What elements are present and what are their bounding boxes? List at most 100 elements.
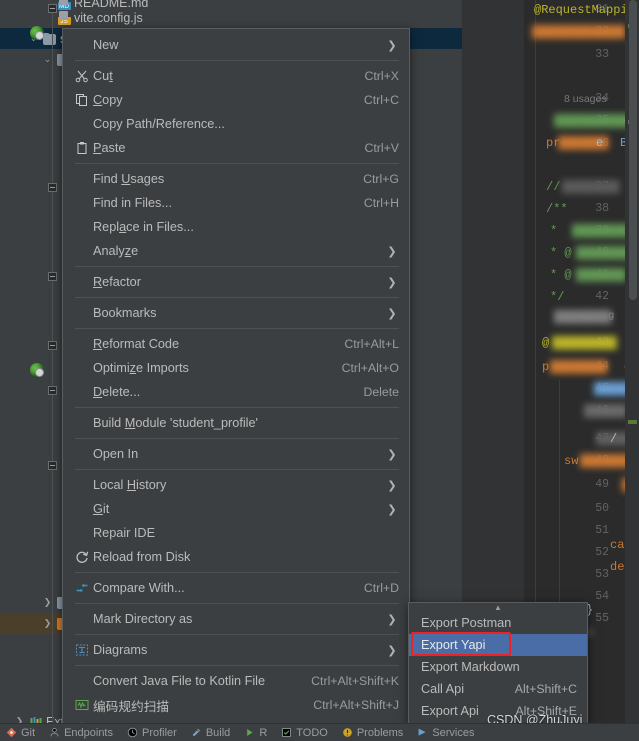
menu-item-label: Local History bbox=[93, 478, 167, 492]
status-bar-item-r[interactable]: R bbox=[244, 727, 267, 739]
status-bar-item-services[interactable]: Services bbox=[417, 726, 475, 739]
chevron-right-icon: ❯ bbox=[387, 276, 397, 289]
diagram-icon bbox=[71, 643, 93, 657]
menu-separator bbox=[75, 407, 399, 408]
chevron-right-icon: ❯ bbox=[387, 644, 397, 657]
menu-item-find-usages[interactable]: Find Usages Ctrl+G bbox=[63, 167, 409, 191]
fold-marker-icon[interactable] bbox=[48, 386, 57, 395]
fold-marker-icon[interactable] bbox=[48, 461, 57, 470]
status-bar-item-git[interactable]: Git bbox=[6, 727, 35, 739]
menu-item-label: Convert Java File to Kotlin File bbox=[93, 674, 266, 688]
tree-item[interactable]: JS vite.config.js bbox=[0, 7, 462, 28]
chevron-right-icon: ❯ bbox=[387, 479, 397, 492]
menu-separator bbox=[75, 634, 399, 635]
menu-item-reload-from-disk[interactable]: Reload from Disk bbox=[63, 545, 409, 569]
submenu-item-call-api[interactable]: Call Api Alt+Shift+C bbox=[409, 678, 587, 700]
project-context-menu[interactable]: New ❯ Cut Ctrl+X Copy Ctrl+C Copy Path/Referen… bbox=[62, 28, 410, 741]
menu-item-find-in-files[interactable]: Find in Files... Ctrl+H bbox=[63, 191, 409, 215]
submenu-item-label: Export Markdown bbox=[421, 660, 520, 674]
run-icon bbox=[244, 727, 255, 738]
menu-item-shortcut: Ctrl+G bbox=[363, 172, 399, 186]
ide-status-bar[interactable]: Git Endpoints Profiler Build R TODO Problems Se… bbox=[0, 723, 639, 741]
code-folding-line bbox=[52, 6, 53, 723]
menu-item-replace-in-files[interactable]: Replace in Files... bbox=[63, 215, 409, 239]
menu-separator bbox=[75, 266, 399, 267]
compare-icon bbox=[71, 581, 93, 595]
menu-item-reformat-code[interactable]: Reformat Code Ctrl+Alt+L bbox=[63, 332, 409, 356]
menu-separator bbox=[75, 328, 399, 329]
menu-item-bookmarks[interactable]: Bookmarks ❯ bbox=[63, 301, 409, 325]
menu-item-shortcut: Ctrl+D bbox=[363, 581, 399, 595]
submenu-item-export-postman[interactable]: Export Postman bbox=[409, 612, 587, 634]
menu-item-diagrams[interactable]: Diagrams ❯ bbox=[63, 638, 409, 662]
menu-item-delete[interactable]: Delete... Delete bbox=[63, 380, 409, 404]
menu-item-shortcut: Ctrl+Alt+O bbox=[341, 361, 399, 375]
menu-item-open-in[interactable]: Open In ❯ bbox=[63, 442, 409, 466]
fold-marker-icon[interactable] bbox=[48, 341, 57, 350]
menu-item-label: Cut bbox=[93, 69, 113, 83]
endpoints-icon bbox=[49, 727, 60, 738]
menu-item-label: Paste bbox=[93, 141, 126, 155]
menu-item-label: New bbox=[93, 38, 119, 52]
menu-item-refactor[interactable]: Refactor ❯ bbox=[63, 270, 409, 294]
status-bar-item-profiler[interactable]: Profiler bbox=[127, 727, 177, 739]
menu-item-local-history[interactable]: Local History ❯ bbox=[63, 473, 409, 497]
menu-item-mark-directory-as[interactable]: Mark Directory as ❯ bbox=[63, 607, 409, 631]
fold-marker-icon[interactable] bbox=[48, 183, 57, 192]
submenu-item-export-markdown[interactable]: Export Markdown bbox=[409, 656, 587, 678]
menu-separator bbox=[75, 163, 399, 164]
menu-separator bbox=[75, 603, 399, 604]
menu-item-label: Repair IDE bbox=[93, 526, 156, 540]
status-bar-item-problems[interactable]: Problems bbox=[342, 727, 403, 739]
menu-item-compare-with[interactable]: Compare With... Ctrl+D bbox=[63, 576, 409, 600]
menu-item-label: Analyze bbox=[93, 244, 139, 258]
spring-bean-gutter-icon[interactable] bbox=[30, 363, 44, 377]
scissors-icon bbox=[71, 69, 93, 83]
menu-item-label: Compare With... bbox=[93, 581, 185, 595]
menu-item-optimize-imports[interactable]: Optimize Imports Ctrl+Alt+O bbox=[63, 356, 409, 380]
profiler-icon bbox=[127, 727, 138, 738]
fold-marker-icon[interactable] bbox=[48, 272, 57, 281]
submenu-item-label: Export Yapi bbox=[421, 638, 486, 652]
status-bar-label: Services bbox=[432, 726, 475, 739]
status-bar-item-todo[interactable]: TODO bbox=[281, 727, 328, 739]
chevron-right-icon: ❯ bbox=[387, 503, 397, 516]
menu-item-cut[interactable]: Cut Ctrl+X bbox=[63, 64, 409, 88]
menu-item-label: Copy Path/Reference... bbox=[93, 117, 225, 131]
menu-item-[interactable]: 编码规约扫描 Ctrl+Alt+Shift+J bbox=[63, 693, 409, 717]
status-bar-label: Problems bbox=[356, 726, 404, 739]
menu-item-copy[interactable]: Copy Ctrl+C bbox=[63, 88, 409, 112]
menu-item-new[interactable]: New ❯ bbox=[63, 33, 409, 57]
menu-item-convert-java-file-to-kotlin-file[interactable]: Convert Java File to Kotlin File Ctrl+Alt… bbox=[63, 669, 409, 693]
status-bar-item-endpoints[interactable]: Endpoints bbox=[49, 727, 113, 739]
menu-item-label: Copy bbox=[93, 93, 123, 107]
menu-item-build-module-student-profile[interactable]: Build Module 'student_profile' bbox=[63, 411, 409, 435]
menu-item-analyze[interactable]: Analyze ❯ bbox=[63, 239, 409, 263]
spring-bean-gutter-icon[interactable] bbox=[30, 26, 44, 40]
menu-item-label: Build Module 'student_profile' bbox=[93, 416, 258, 430]
menu-item-shortcut: Ctrl+C bbox=[363, 93, 399, 107]
fold-marker-icon[interactable] bbox=[48, 4, 57, 13]
menu-item-label: Mark Directory as bbox=[93, 612, 193, 626]
menu-item-shortcut: Ctrl+X bbox=[364, 69, 399, 83]
menu-item-label: Delete... bbox=[93, 385, 141, 399]
menu-item-label: Replace in Files... bbox=[93, 220, 194, 234]
menu-item-label: Bookmarks bbox=[93, 306, 157, 320]
git-icon bbox=[6, 727, 17, 738]
menu-item-paste[interactable]: Paste Ctrl+V bbox=[63, 136, 409, 160]
easyapi-submenu[interactable]: ▲ Export Postman Export Yapi Export Markdo… bbox=[408, 602, 588, 725]
menu-item-label: Diagrams bbox=[93, 643, 148, 657]
scroll-up-indicator[interactable]: ▲ bbox=[409, 603, 587, 612]
status-bar-label: Git bbox=[21, 726, 36, 739]
build-icon bbox=[191, 727, 202, 738]
editor-vertical-scrollbar[interactable] bbox=[629, 0, 637, 300]
status-bar-item-build[interactable]: Build bbox=[191, 727, 230, 739]
submenu-item-export-yapi[interactable]: Export Yapi bbox=[409, 634, 587, 656]
menu-item-repair-ide[interactable]: Repair IDE bbox=[63, 521, 409, 545]
ide-screenshot-root: MDREADME.mdJSvite.config.js⌄s⌄❯❯tnnmp❯Ex… bbox=[0, 0, 639, 741]
menu-item-git[interactable]: Git ❯ bbox=[63, 497, 409, 521]
menu-item-label: Find in Files... bbox=[93, 196, 172, 210]
todo-icon bbox=[281, 727, 292, 738]
menu-item-copy-path-reference[interactable]: Copy Path/Reference... bbox=[63, 112, 409, 136]
submenu-item-label: Export Postman bbox=[421, 616, 512, 630]
